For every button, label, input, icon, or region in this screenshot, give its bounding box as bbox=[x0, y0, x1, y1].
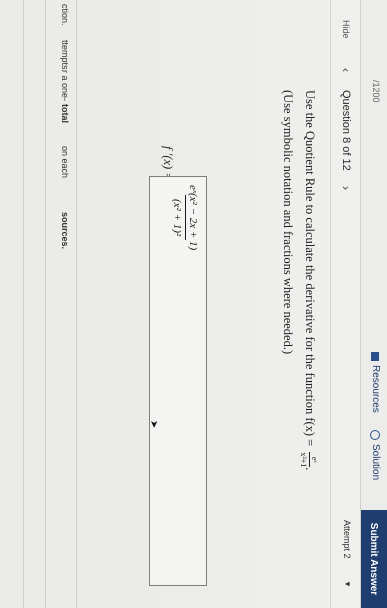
resources-label: Resources bbox=[370, 365, 381, 413]
sidebar-divider bbox=[45, 0, 46, 608]
hide-button[interactable]: Hide bbox=[341, 20, 351, 39]
question-page: Resources Solution Submit Answer Hide ‹ … bbox=[0, 0, 387, 608]
sidebar-text-4: total bbox=[60, 104, 70, 123]
solution-icon bbox=[370, 430, 381, 440]
chevron-down-icon[interactable]: ▼ bbox=[343, 580, 352, 588]
score-label: /1200 bbox=[371, 80, 381, 103]
submit-answer-button[interactable]: Submit Answer bbox=[361, 510, 387, 608]
sidebar-text-2: ttempts. bbox=[60, 40, 70, 73]
sidebar-text-5: on each bbox=[60, 146, 70, 179]
solution-label: Solution bbox=[370, 444, 381, 481]
question-title: Question 8 of 12 bbox=[340, 90, 352, 171]
sidebar-divider bbox=[23, 0, 24, 608]
solution-button[interactable]: Solution bbox=[370, 430, 381, 480]
resources-icon bbox=[371, 352, 380, 361]
next-question-icon[interactable]: › bbox=[339, 186, 353, 190]
attempt-selector[interactable]: Attempt 2 bbox=[342, 520, 352, 559]
previous-question-icon[interactable]: ‹ bbox=[339, 68, 353, 72]
sidebar-text-3: r a one- bbox=[60, 70, 70, 102]
left-sidebar: ction. ttempts. r a one- total on each s… bbox=[0, 0, 331, 608]
screenshot-stage: Resources Solution Submit Answer Hide ‹ … bbox=[0, 0, 387, 608]
resources-button[interactable]: Resources bbox=[370, 352, 381, 413]
sidebar-panel: ction. ttempts. r a one- total on each s… bbox=[0, 0, 77, 608]
sidebar-text-1: ction. bbox=[60, 4, 70, 26]
sidebar-text-6: sources. bbox=[60, 212, 70, 250]
question-header: Hide ‹ Question 8 of 12 › Attempt 2 ▼ bbox=[330, 0, 361, 608]
